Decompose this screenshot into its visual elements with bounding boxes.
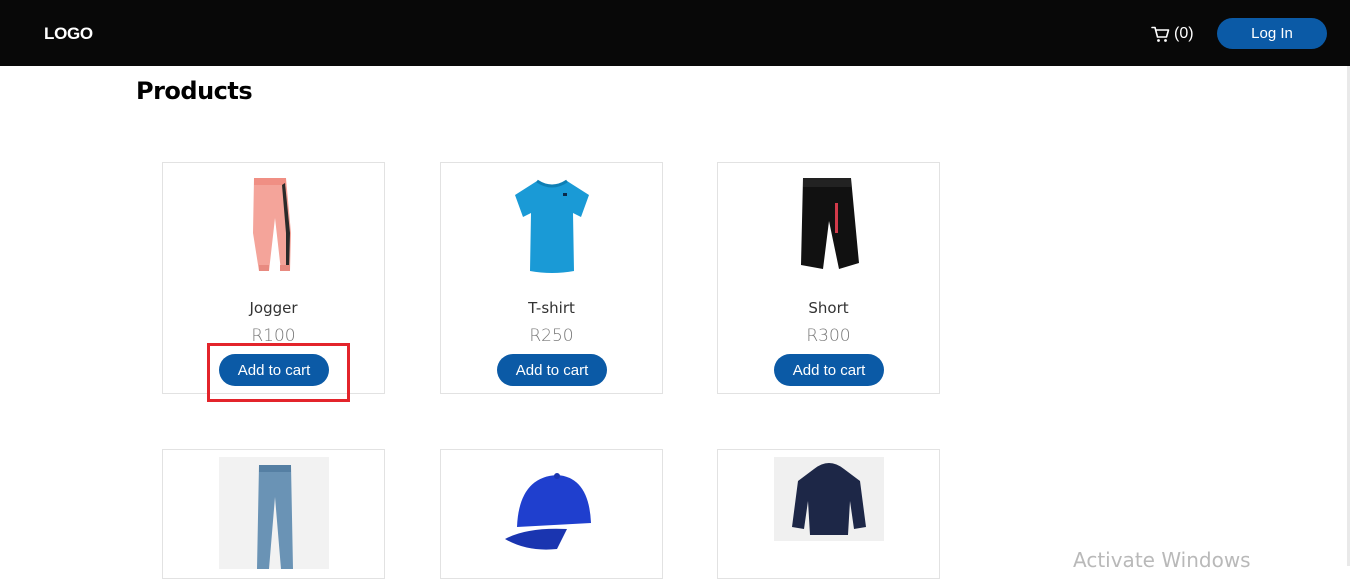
product-image-tshirt — [441, 173, 662, 285]
product-card-jeans — [162, 449, 385, 579]
activate-windows-watermark: Activate Windows — [1073, 548, 1251, 572]
login-button[interactable]: Log In — [1217, 18, 1327, 49]
top-navbar: LOGO (0) Log In — [0, 0, 1350, 66]
page-title: Products — [136, 77, 253, 105]
product-name: T-shirt — [528, 299, 575, 317]
product-image-jeans — [163, 457, 384, 569]
product-image-jogger — [163, 173, 384, 285]
cart-count: (0) — [1174, 25, 1194, 42]
product-image-hoodie — [718, 457, 939, 569]
product-card-cap — [440, 449, 663, 579]
product-image-short — [718, 173, 939, 285]
product-card-short: Short R300 Add to cart — [717, 162, 940, 394]
product-card-tshirt: T-shirt R250 Add to cart — [440, 162, 663, 394]
cart-link[interactable]: (0) — [1151, 22, 1194, 46]
logo[interactable]: LOGO — [44, 24, 93, 44]
product-name: Jogger — [249, 299, 298, 317]
add-to-cart-button-tshirt[interactable]: Add to cart — [497, 354, 607, 386]
product-price: R250 — [529, 326, 574, 346]
product-price: R300 — [806, 326, 851, 346]
product-image-cap — [441, 457, 662, 569]
highlight-box — [207, 343, 350, 402]
shopping-cart-icon — [1151, 26, 1170, 43]
product-name: Short — [808, 299, 849, 317]
add-to-cart-button-short[interactable]: Add to cart — [774, 354, 884, 386]
product-card-hoodie — [717, 449, 940, 579]
